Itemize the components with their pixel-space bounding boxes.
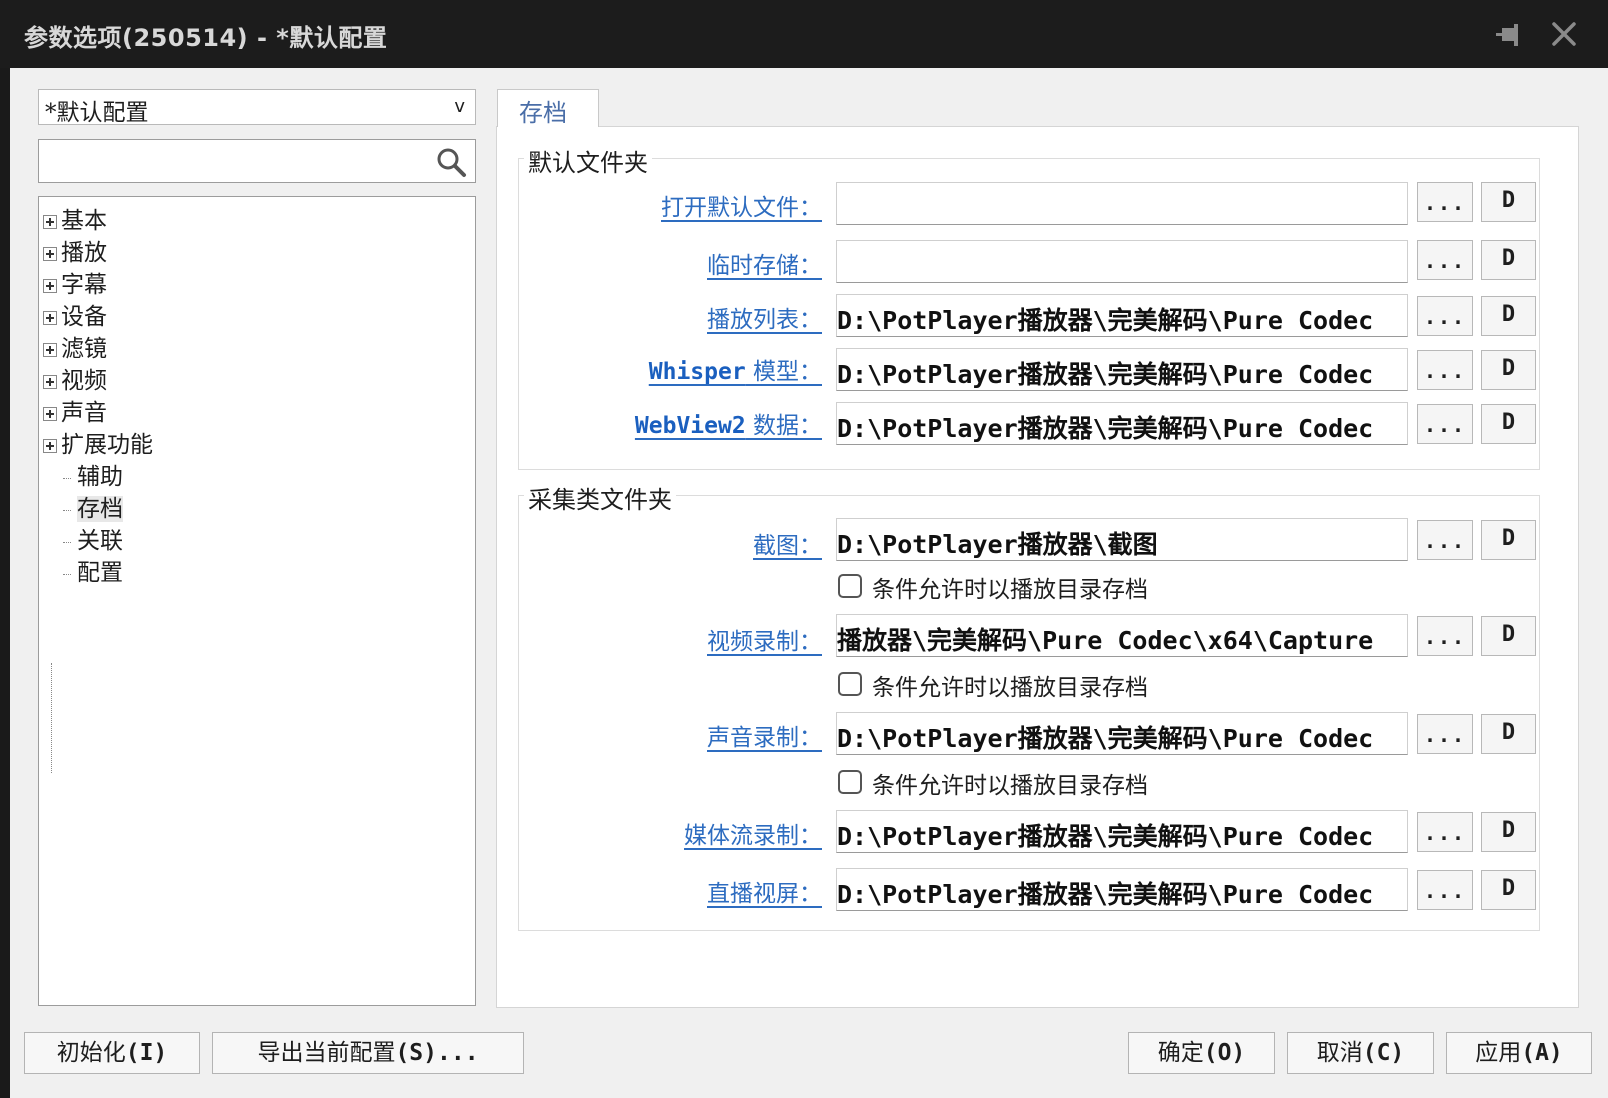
default-button[interactable]: D (1481, 714, 1536, 754)
tree-item-label: 视频 (61, 368, 107, 394)
expand-icon[interactable] (43, 439, 57, 453)
tree-item-extensions[interactable]: 扩展功能 (43, 425, 153, 458)
search-input[interactable] (38, 139, 476, 183)
stream-recording-field[interactable]: D:\PotPlayer播放器\完美解码\Pure Codec (836, 810, 1408, 853)
whisper-model-field[interactable]: D:\PotPlayer播放器\完美解码\Pure Codec (836, 348, 1408, 391)
default-button[interactable]: D (1481, 182, 1536, 222)
tree-item-archive[interactable]: 存档 (63, 489, 123, 522)
tree-item-label: 关联 (77, 528, 123, 554)
browse-button[interactable]: ... (1417, 812, 1473, 852)
playlist-field[interactable]: D:\PotPlayer播放器\完美解码\Pure Codec (836, 294, 1408, 337)
group-title-default-folders: 默认文件夹 (524, 143, 652, 178)
video-recording-label[interactable]: 视频录制： (707, 622, 822, 656)
audio-playdir-checkbox[interactable] (838, 770, 862, 794)
tree-item-filters[interactable]: 滤镜 (43, 329, 107, 362)
temp-storage-field[interactable] (836, 240, 1408, 283)
default-button[interactable]: D (1481, 616, 1536, 656)
audio-recording-label[interactable]: 声音录制： (707, 718, 822, 752)
expand-icon[interactable] (43, 407, 57, 421)
expand-icon[interactable] (43, 343, 57, 357)
browse-button[interactable]: ... (1417, 870, 1473, 910)
tree-item-subtitles[interactable]: 字幕 (43, 265, 107, 298)
close-icon[interactable] (1548, 18, 1580, 50)
tab-label: 存档 (519, 99, 567, 127)
tree-item-devices[interactable]: 设备 (43, 297, 107, 330)
checkbox-label: 条件允许时以播放目录存档 (872, 773, 1148, 799)
browse-button[interactable]: ... (1417, 240, 1473, 280)
video-recording-field[interactable]: 播放器\完美解码\Pure Codec\x64\Capture (836, 614, 1408, 657)
initialize-button[interactable]: 初始化(I) (24, 1032, 200, 1074)
browse-button[interactable]: ... (1417, 404, 1473, 444)
tree-item-label: 滤镜 (61, 336, 107, 362)
default-button[interactable]: D (1481, 520, 1536, 560)
tree-item-association[interactable]: 关联 (63, 521, 123, 554)
tree-item-label: 辅助 (77, 464, 123, 490)
browse-button[interactable]: ... (1417, 714, 1473, 754)
audio-recording-field[interactable]: D:\PotPlayer播放器\完美解码\Pure Codec (836, 712, 1408, 755)
screenshot-label[interactable]: 截图： (753, 526, 822, 560)
default-button[interactable]: D (1481, 350, 1536, 390)
cancel-button[interactable]: 取消(C) (1287, 1032, 1434, 1074)
browse-button[interactable]: ... (1417, 182, 1473, 222)
expand-icon[interactable] (43, 375, 57, 389)
browse-button[interactable]: ... (1417, 616, 1473, 656)
checkbox-label: 条件允许时以播放目录存档 (872, 675, 1148, 701)
category-tree[interactable]: 基本 播放 字幕 设备 滤镜 视频 声音 扩展功能 辅助 存档 关联 配置 (38, 196, 476, 1006)
tree-item-basic[interactable]: 基本 (43, 201, 107, 234)
tree-item-audio[interactable]: 声音 (43, 393, 107, 426)
default-button[interactable]: D (1481, 296, 1536, 336)
expand-icon[interactable] (43, 311, 57, 325)
search-icon[interactable] (435, 146, 467, 178)
tree-item-config[interactable]: 配置 (63, 553, 123, 586)
tree-item-video[interactable]: 视频 (43, 361, 107, 394)
whisper-model-label[interactable]: Whisper 模型： (649, 352, 822, 386)
expand-icon[interactable] (43, 247, 57, 261)
screenshot-field[interactable]: D:\PotPlayer播放器\截图 (836, 518, 1408, 561)
live-recording-field[interactable]: D:\PotPlayer播放器\完美解码\Pure Codec (836, 868, 1408, 911)
tree-item-label: 设备 (61, 304, 107, 330)
default-button[interactable]: D (1481, 404, 1536, 444)
title-bar[interactable]: 参数选项(250514) - *默认配置 (0, 0, 1608, 68)
tree-item-playback[interactable]: 播放 (43, 233, 107, 266)
window-title: 参数选项(250514) - *默认配置 (24, 24, 388, 52)
live-recording-label[interactable]: 直播视屏： (707, 874, 822, 908)
group-title-capture-folders: 采集类文件夹 (524, 480, 676, 515)
video-playdir-checkbox[interactable] (838, 672, 862, 696)
export-config-button[interactable]: 导出当前配置(S)... (212, 1032, 524, 1074)
screenshot-playdir-checkbox[interactable] (838, 574, 862, 598)
browse-button[interactable]: ... (1417, 520, 1473, 560)
browse-button[interactable]: ... (1417, 350, 1473, 390)
stream-recording-label[interactable]: 媒体流录制： (684, 816, 822, 850)
profile-select[interactable]: *默认配置 v (38, 89, 476, 126)
tree-item-label: 基本 (61, 208, 107, 234)
browse-button[interactable]: ... (1417, 296, 1473, 336)
playlist-label[interactable]: 播放列表： (707, 300, 822, 334)
tree-item-label: 字幕 (61, 272, 107, 298)
expand-icon[interactable] (43, 279, 57, 293)
expand-icon[interactable] (43, 215, 57, 229)
temp-storage-label[interactable]: 临时存储： (707, 246, 822, 280)
webview2-data-field[interactable]: D:\PotPlayer播放器\完美解码\Pure Codec (836, 402, 1408, 445)
tab-archive[interactable]: 存档 (497, 89, 599, 127)
checkbox-label: 条件允许时以播放目录存档 (872, 577, 1148, 603)
tree-item-label: 扩展功能 (61, 432, 153, 458)
tree-item-label: 声音 (61, 400, 107, 426)
open-default-file-label[interactable]: 打开默认文件： (661, 188, 822, 222)
profile-value: *默认配置 (45, 100, 149, 126)
open-default-file-field[interactable] (836, 182, 1408, 225)
chevron-down-icon: v (454, 96, 465, 117)
ok-button[interactable]: 确定(O) (1128, 1032, 1275, 1074)
apply-button[interactable]: 应用(A) (1446, 1032, 1592, 1074)
preferences-dialog: 参数选项(250514) - *默认配置 *默认配置 v 基本 播放 字幕 设备… (0, 0, 1608, 1098)
tree-item-assist[interactable]: 辅助 (63, 457, 123, 490)
webview2-data-label[interactable]: WebView2 数据： (635, 406, 822, 440)
default-button[interactable]: D (1481, 870, 1536, 910)
default-button[interactable]: D (1481, 240, 1536, 280)
pin-icon[interactable] (1494, 20, 1524, 50)
default-button[interactable]: D (1481, 812, 1536, 852)
tree-guide-line (51, 663, 52, 773)
tree-item-label: 播放 (61, 240, 107, 266)
tree-item-label: 配置 (77, 560, 123, 586)
tree-item-label: 存档 (77, 496, 123, 522)
